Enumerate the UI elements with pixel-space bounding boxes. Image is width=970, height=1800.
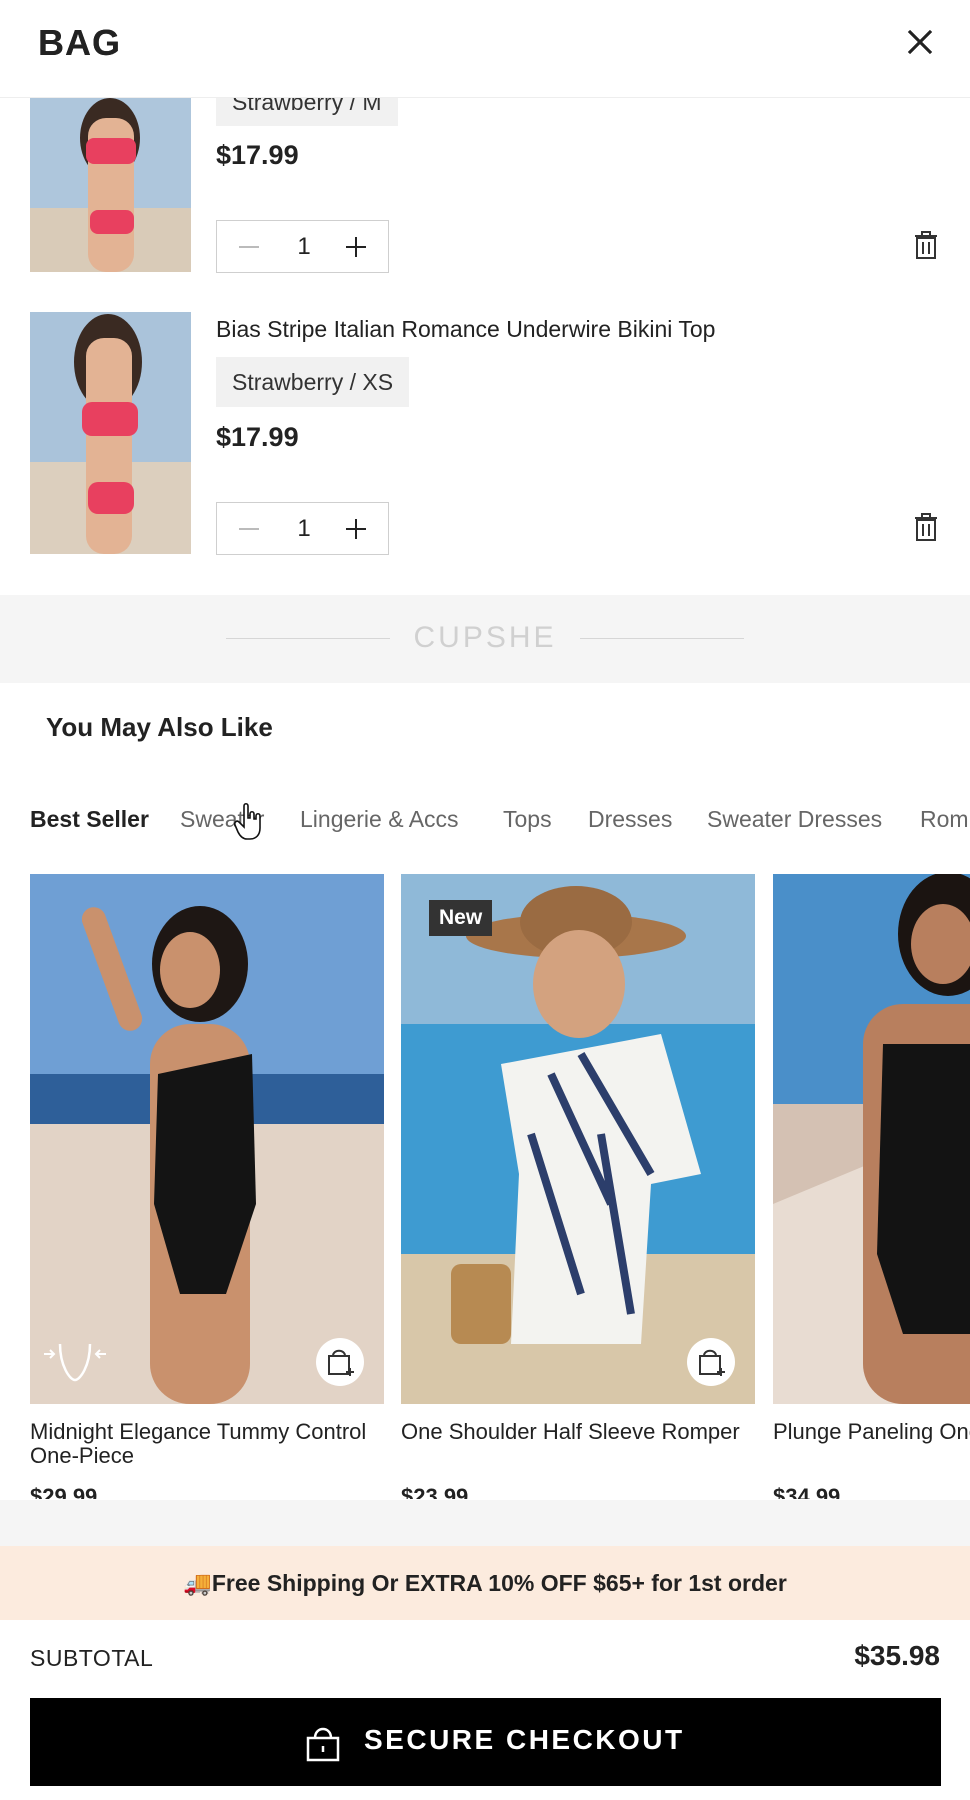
increase-quantity-button[interactable] (343, 516, 369, 542)
quantity-stepper: 1 (216, 502, 389, 555)
remove-item-button[interactable] (912, 512, 940, 542)
section-spacer (0, 1500, 970, 1546)
close-button-overlay[interactable] (900, 22, 940, 62)
fit-icon (44, 1343, 106, 1382)
trash-icon (915, 231, 937, 259)
tab-sweater-dresses[interactable]: Sweater Dresses (707, 806, 882, 833)
tab-lingerie-accs[interactable]: Lingerie & Accs (300, 806, 459, 833)
item-price: $17.99 (216, 140, 299, 170)
product-image[interactable] (773, 874, 970, 1404)
remove-item-button[interactable] (912, 230, 940, 260)
minus-icon (239, 246, 259, 248)
product-price: $23.99 (401, 1484, 469, 1499)
decrease-quantity-button[interactable] (237, 517, 261, 541)
product-name[interactable]: Plunge Paneling One Piece Swimsu (773, 1420, 970, 1444)
add-to-bag-button[interactable] (687, 1338, 735, 1386)
product-image[interactable]: New (401, 874, 755, 1404)
subtotal-label: SUBTOTAL (30, 1645, 154, 1671)
tab-tops[interactable]: Tops (503, 806, 552, 833)
secure-checkout-button[interactable]: SECURE CHECKOUT (30, 1698, 941, 1786)
plus-icon (346, 519, 366, 539)
item-name[interactable]: Bias Stripe Italian Romance Underwire Bi… (216, 316, 715, 343)
increase-quantity-button[interactable] (343, 234, 369, 260)
tab-rompers[interactable]: Rom (920, 806, 969, 833)
trash-icon (915, 513, 937, 541)
close-icon (907, 29, 933, 55)
quantity-stepper: 1 (216, 220, 389, 273)
brand-name: CUPSHE (413, 621, 557, 654)
pointer-cursor-icon (234, 802, 261, 840)
add-to-bag-button[interactable] (316, 1338, 364, 1386)
tab-dresses[interactable]: Dresses (588, 806, 672, 833)
decrease-quantity-button[interactable] (237, 235, 261, 259)
plus-icon (346, 237, 366, 257)
product-price: $34.99 (773, 1484, 841, 1499)
subtotal-value: $35.98 (854, 1640, 940, 1671)
promo-banner: 🚚Free Shipping Or EXTRA 10% OFF $65+ for… (0, 1546, 970, 1620)
quantity-value: 1 (297, 515, 311, 542)
product-name[interactable]: Midnight Elegance Tummy Control One-Piec… (30, 1420, 384, 1468)
recommendations-title: You May Also Like (46, 712, 273, 742)
quantity-value: 1 (297, 233, 311, 260)
divider-line (580, 638, 744, 639)
item-price: $17.99 (216, 422, 299, 452)
category-tabs: Best Seller Sweater Lingerie & Accs Tops… (0, 800, 970, 840)
recommendation-carousel[interactable]: Midnight Elegance Tummy Control One-Piec… (0, 874, 970, 1499)
tab-best-seller[interactable]: Best Seller (30, 806, 149, 833)
product-image[interactable] (30, 874, 384, 1404)
lock-icon (306, 1727, 340, 1762)
product-price: $29.99 (30, 1484, 98, 1499)
product-thumbnail[interactable] (30, 312, 191, 554)
checkout-label: SECURE CHECKOUT (364, 1724, 685, 1755)
add-to-bag-icon (328, 1349, 354, 1376)
page-title-overlay: BAG (38, 22, 121, 63)
variant-label: Strawberry / XS (216, 357, 410, 407)
brand-divider: CUPSHE (0, 595, 970, 683)
new-badge: New (429, 900, 493, 936)
product-name[interactable]: One Shoulder Half Sleeve Romper (401, 1420, 755, 1444)
add-to-bag-icon (699, 1349, 725, 1376)
product-thumbnail[interactable] (30, 98, 191, 272)
minus-icon (239, 528, 259, 530)
